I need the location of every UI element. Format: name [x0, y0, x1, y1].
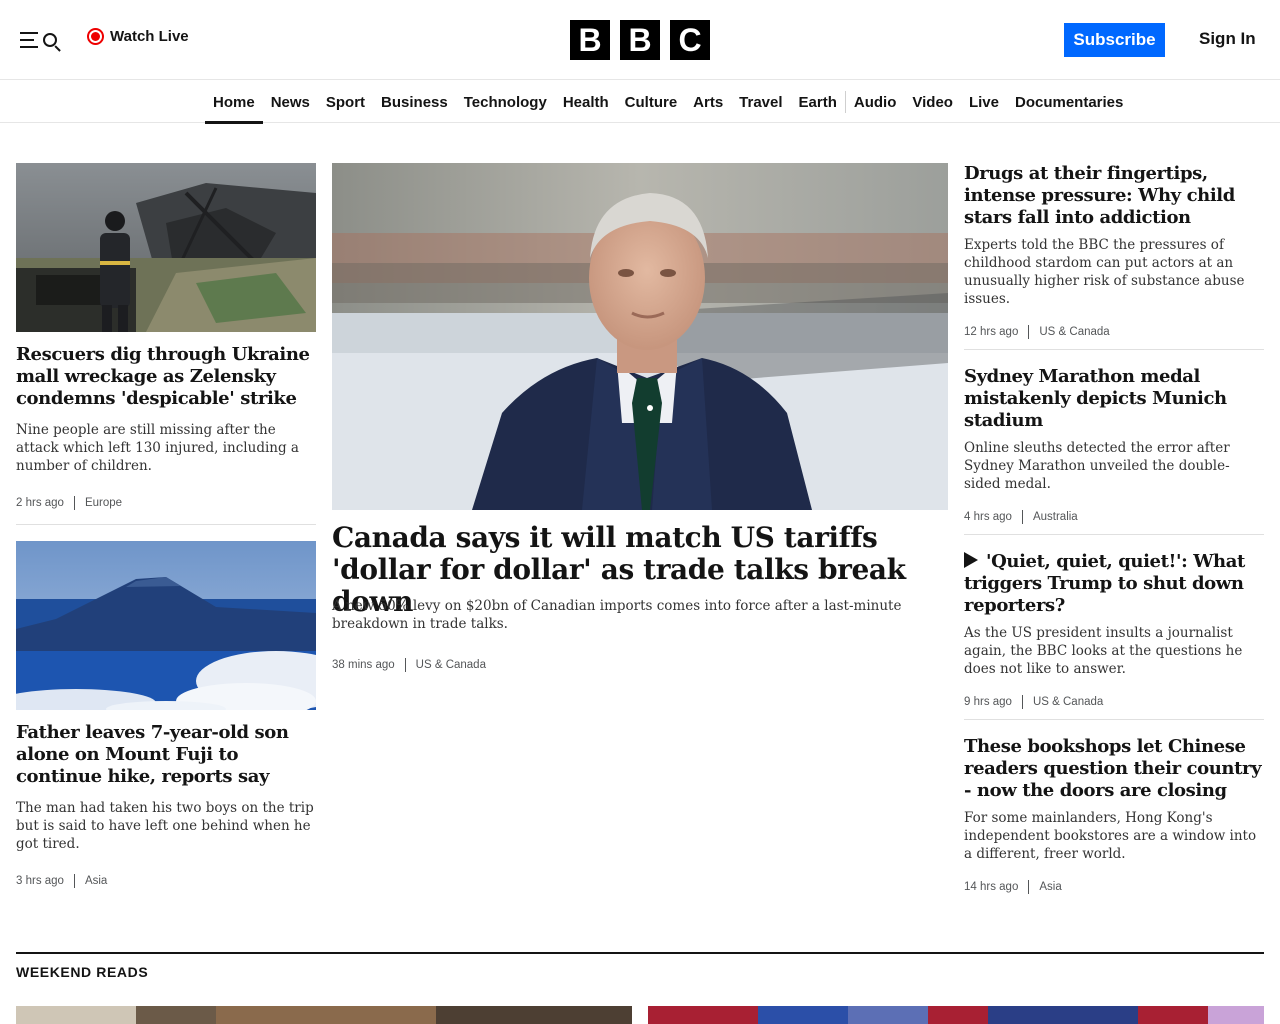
story-section-link[interactable]: Europe [85, 497, 122, 509]
search-icon [42, 30, 62, 52]
meta-divider [1028, 880, 1030, 894]
story-time: 9 hrs ago [964, 696, 1012, 708]
story-meta-bookshops: 14 hrs ago Asia [964, 880, 1062, 894]
logo-block-1: B [570, 20, 610, 60]
subscribe-button[interactable]: Subscribe [1064, 23, 1165, 57]
nav-item-business[interactable]: Business [373, 81, 456, 123]
nav-item-culture[interactable]: Culture [617, 81, 686, 123]
story-time: 12 hrs ago [964, 326, 1019, 338]
weekend-story-photo-1[interactable] [16, 1006, 632, 1024]
story-headline-trump-reporters[interactable]: 'Quiet, quiet, quiet!': What triggers Tr… [964, 551, 1264, 617]
menu-icon [20, 32, 38, 48]
nav-item-audio[interactable]: Audio [846, 81, 905, 123]
nav-item-health[interactable]: Health [555, 81, 617, 123]
nav-item-earth[interactable]: Earth [791, 81, 845, 123]
story-time: 38 mins ago [332, 659, 395, 671]
section-title-weekend-reads[interactable]: WEEKEND READS [16, 964, 148, 980]
watch-live-label: Watch Live [110, 28, 189, 45]
section-divider [16, 952, 1264, 954]
nav-item-sport[interactable]: Sport [318, 81, 373, 123]
story-meta-child-stars: 12 hrs ago US & Canada [964, 325, 1110, 339]
story-section-link[interactable]: US & Canada [416, 659, 486, 671]
main-nav: Home News Sport Business Technology Heal… [0, 81, 1280, 124]
story-divider [16, 524, 316, 525]
nav-item-video[interactable]: Video [904, 81, 961, 123]
ukraine-mall-photo[interactable] [16, 163, 316, 332]
mount-fuji-photo[interactable] [16, 541, 316, 710]
live-dot-icon [87, 28, 104, 45]
story-divider [964, 719, 1264, 720]
top-header: Watch Live B B C Subscribe Sign In [0, 0, 1280, 80]
story-meta-trump-reporters: 9 hrs ago US & Canada [964, 695, 1103, 709]
watch-live-link[interactable]: Watch Live [87, 28, 189, 45]
story-summary-ukraine: Nine people are still missing after the … [16, 422, 299, 474]
story-headline-text: 'Quiet, quiet, quiet!': What triggers Tr… [964, 551, 1245, 616]
logo-block-2: B [620, 20, 660, 60]
main-story-summary: A new 50% levy on $20bn of Canadian impo… [332, 598, 902, 632]
logo-block-3: C [670, 20, 710, 60]
bbc-logo[interactable]: B B C [570, 20, 710, 60]
story-meta-fuji: 3 hrs ago Asia [16, 874, 107, 888]
nav-item-documentaries[interactable]: Documentaries [1007, 81, 1131, 123]
meta-divider [73, 496, 75, 510]
nav-item-arts[interactable]: Arts [685, 81, 731, 123]
menu-search-button[interactable] [20, 26, 64, 54]
story-section-link[interactable]: Asia [1039, 881, 1061, 893]
main-story-photo[interactable] [332, 163, 948, 510]
story-headline-fuji[interactable]: Father leaves 7-year-old son alone on Mo… [16, 722, 316, 788]
story-time: 3 hrs ago [16, 875, 64, 887]
nav-item-home[interactable]: Home [205, 81, 263, 124]
story-divider [964, 349, 1264, 350]
story-summary-bookshops: For some mainlanders, Hong Kong's indepe… [964, 810, 1257, 862]
story-time: 2 hrs ago [16, 497, 64, 509]
story-meta-sydney-medal: 4 hrs ago Australia [964, 510, 1078, 524]
nav-item-live[interactable]: Live [961, 81, 1007, 123]
story-summary-sydney-medal: Online sleuths detected the error after … [964, 440, 1230, 492]
story-summary-fuji: The man had taken his two boys on the tr… [16, 800, 314, 852]
meta-divider [1021, 695, 1023, 709]
story-headline-child-stars[interactable]: Drugs at their fingertips, intense press… [964, 163, 1264, 229]
meta-divider [404, 658, 406, 672]
meta-divider [73, 874, 75, 888]
story-summary-child-stars: Experts told the BBC the pressures of ch… [964, 237, 1245, 307]
story-time: 4 hrs ago [964, 511, 1012, 523]
meta-divider [1028, 325, 1030, 339]
story-section-link[interactable]: Australia [1033, 511, 1078, 523]
story-headline-ukraine[interactable]: Rescuers dig through Ukraine mall wrecka… [16, 344, 316, 410]
nav-item-news[interactable]: News [263, 81, 318, 123]
story-section-link[interactable]: Asia [85, 875, 107, 887]
story-headline-sydney-medal[interactable]: Sydney Marathon medal mistakenly depicts… [964, 366, 1264, 432]
story-summary-trump-reporters: As the US president insults a journalist… [964, 625, 1243, 677]
weekend-story-photo-2[interactable] [648, 1006, 1264, 1024]
nav-item-technology[interactable]: Technology [456, 81, 555, 123]
meta-divider [1021, 510, 1023, 524]
story-time: 14 hrs ago [964, 881, 1019, 893]
play-icon [964, 552, 978, 568]
story-divider [964, 534, 1264, 535]
story-headline-bookshops[interactable]: These bookshops let Chinese readers ques… [964, 736, 1264, 802]
story-section-link[interactable]: US & Canada [1039, 326, 1109, 338]
sign-in-link[interactable]: Sign In [1199, 29, 1256, 49]
nav-item-travel[interactable]: Travel [731, 81, 790, 123]
story-section-link[interactable]: US & Canada [1033, 696, 1103, 708]
main-story-meta: 38 mins ago US & Canada [332, 658, 486, 672]
story-meta-ukraine: 2 hrs ago Europe [16, 496, 122, 510]
